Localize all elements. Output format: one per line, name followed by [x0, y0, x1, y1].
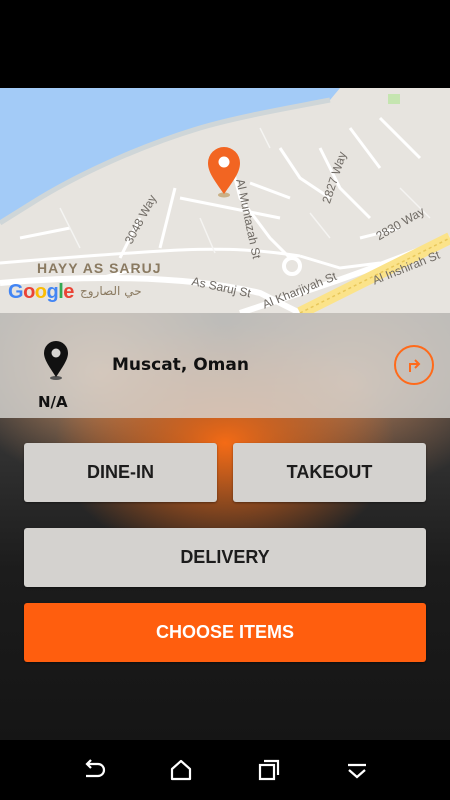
- directions-icon: [409, 359, 421, 372]
- google-logo: Google: [8, 281, 74, 303]
- delivery-button[interactable]: DELIVERY: [24, 528, 426, 587]
- back-icon[interactable]: [82, 758, 106, 782]
- choose-items-button[interactable]: CHOOSE ITEMS: [24, 603, 426, 662]
- order-panel: N/A Muscat, Oman DINE-IN TAKEOUT DELIVER…: [0, 313, 450, 740]
- address-text: Muscat, Oman: [112, 355, 249, 375]
- menu-icon[interactable]: [345, 758, 369, 782]
- dine-in-button[interactable]: DINE-IN: [24, 443, 217, 502]
- takeout-button[interactable]: TAKEOUT: [233, 443, 426, 502]
- status-bar: [0, 0, 450, 88]
- location-row: N/A Muscat, Oman: [0, 313, 450, 418]
- area-label: HAYY AS SARUJ: [37, 260, 162, 276]
- home-icon[interactable]: [169, 758, 193, 782]
- navigation-bar: [0, 740, 450, 800]
- recents-icon[interactable]: [257, 758, 281, 782]
- arabic-area-label: حي الصاروج: [80, 284, 142, 298]
- directions-button[interactable]: [394, 345, 434, 385]
- distance-text: N/A: [38, 393, 68, 411]
- location-pin-icon: [44, 341, 68, 380]
- map-view[interactable]: HAYY AS SARUJ 3048 Way Al Muntazah St 28…: [0, 88, 450, 313]
